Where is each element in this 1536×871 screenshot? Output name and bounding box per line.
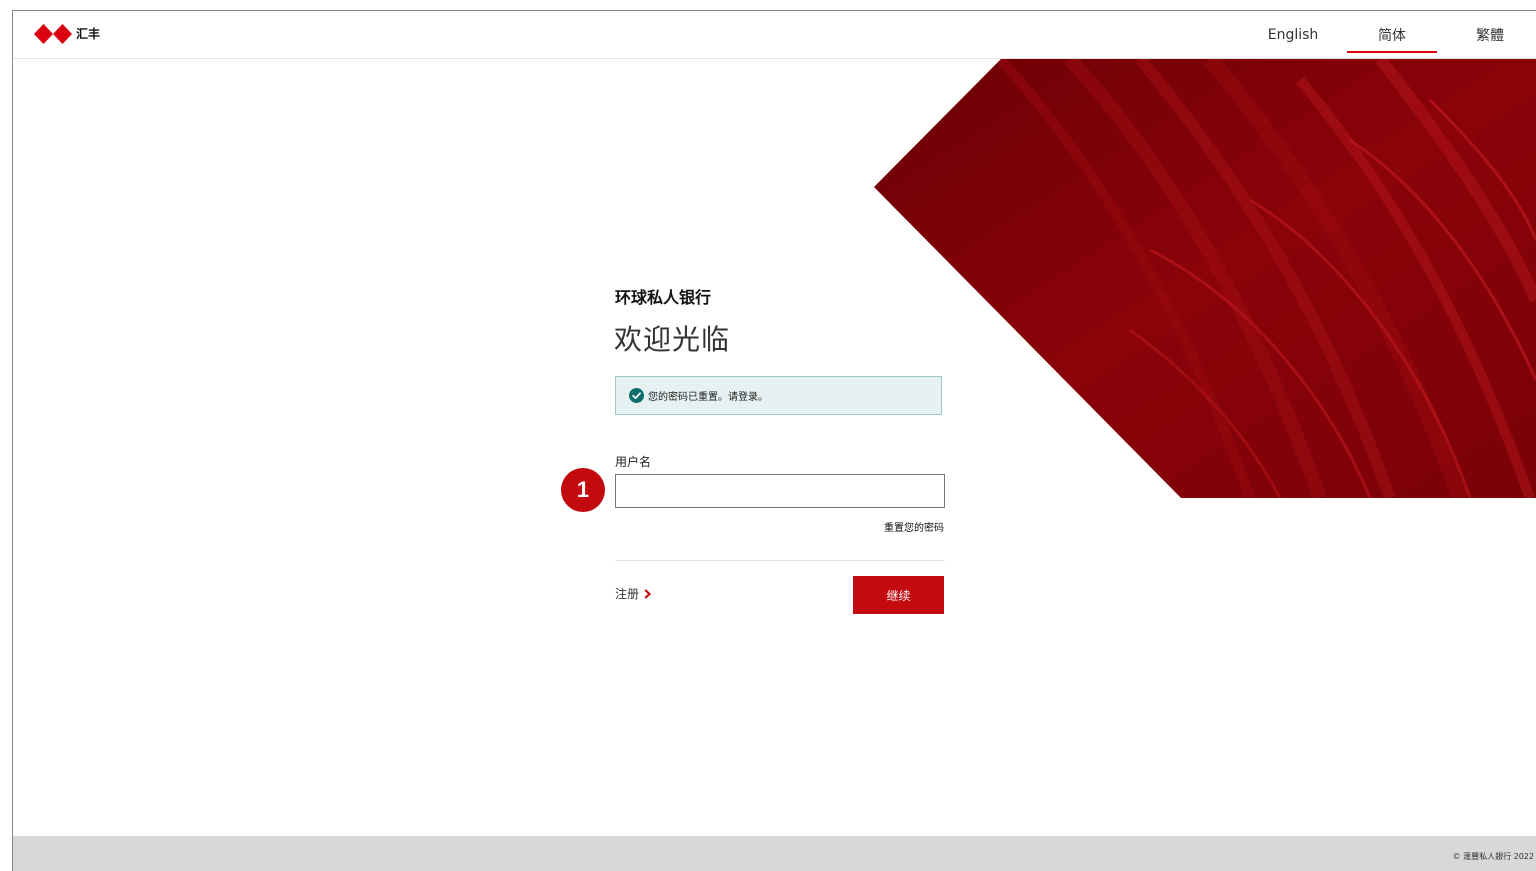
reset-password-link[interactable]: 重置您的密码 (884, 519, 944, 534)
window-frame-left (12, 10, 13, 871)
logo-text: 汇丰 (76, 27, 101, 41)
site-footer: © 滙豐私人銀行 2022 (13, 836, 1536, 871)
username-label: 用户名 (615, 455, 652, 469)
step-badge: 1 (561, 468, 605, 512)
notice-text: 您的密码已重置。请登录。 (648, 392, 768, 403)
hsbc-hexagon-icon (34, 24, 72, 44)
copyright-text: © 滙豐私人銀行 2022 (1452, 852, 1534, 861)
brand-name: 环球私人银行 (615, 288, 712, 307)
username-input[interactable] (615, 474, 945, 508)
form-divider (615, 560, 945, 561)
register-label: 注册 (615, 587, 640, 601)
register-link[interactable]: 注册 (615, 585, 652, 602)
continue-button[interactable]: 继续 (853, 576, 944, 614)
language-simplified-chinese[interactable]: 简体 (1347, 11, 1437, 58)
page-title: 欢迎光临 (614, 323, 731, 356)
hero-graphic (874, 59, 1536, 498)
language-traditional-chinese[interactable]: 繁體 (1453, 11, 1527, 58)
chevron-right-icon (644, 588, 652, 599)
check-circle-icon (629, 388, 644, 403)
hsbc-logo[interactable]: 汇丰 (34, 24, 100, 44)
language-english[interactable]: English (1249, 11, 1337, 58)
site-header: 汇丰 English 简体 繁體 (13, 11, 1536, 59)
success-notice: 您的密码已重置。请登录。 (615, 376, 942, 415)
